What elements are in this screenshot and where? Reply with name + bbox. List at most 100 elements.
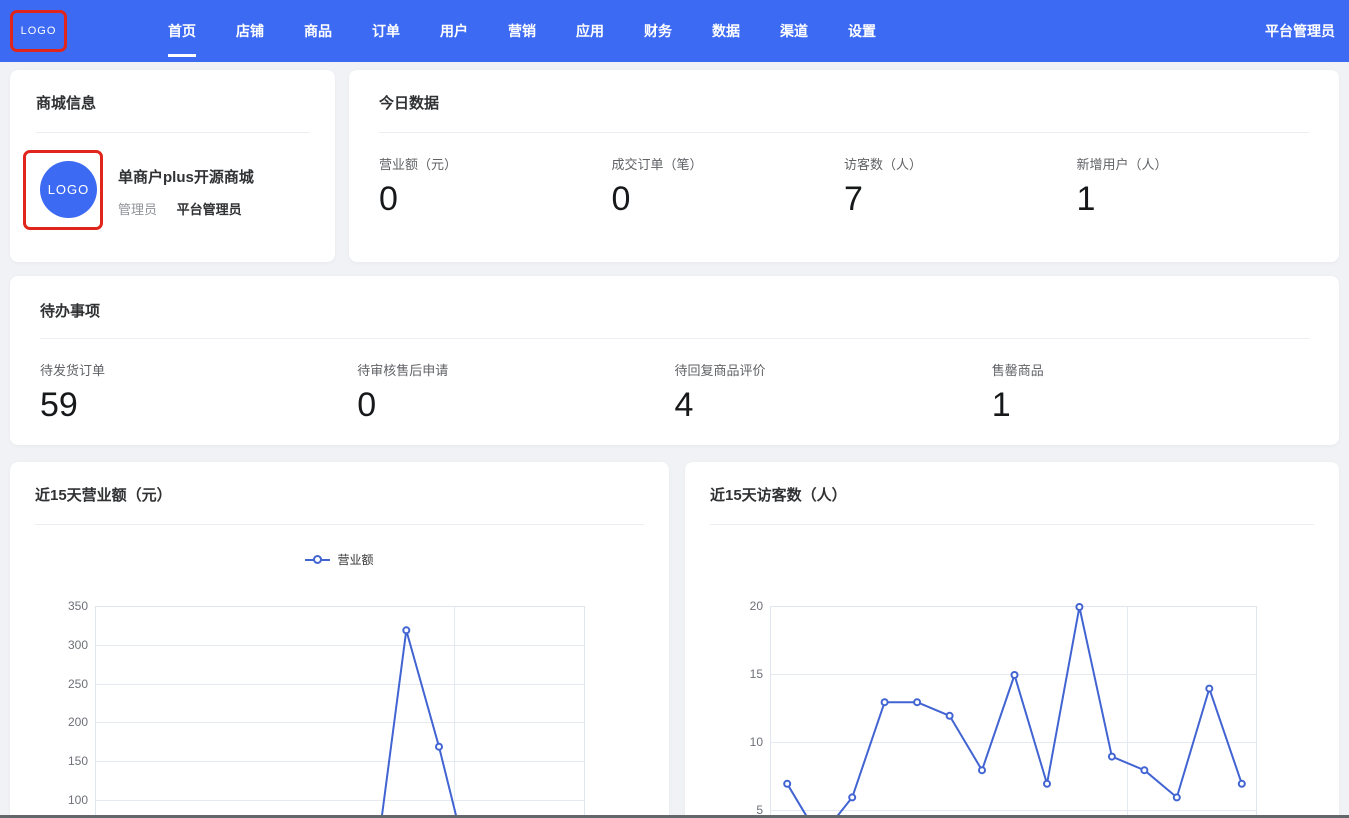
data-point-marker — [947, 713, 953, 719]
y-axis-label: 300 — [35, 638, 88, 652]
line-series-svg — [771, 607, 1258, 818]
data-point-marker — [1044, 781, 1050, 787]
data-point-marker — [1239, 781, 1245, 787]
y-axis-label: 15 — [710, 667, 763, 681]
turnover-chart-plot: 350300250200150100 — [35, 606, 644, 818]
stat-label: 待审核售后申请 — [357, 360, 674, 379]
stat-visitors: 访客数（人） 7 — [844, 154, 1077, 219]
stat-label: 售罄商品 — [992, 360, 1309, 379]
line-series-svg — [96, 607, 586, 818]
today-card-title: 今日数据 — [379, 95, 1309, 113]
stat-value: 1 — [992, 386, 1309, 425]
stat-value: 59 — [40, 386, 357, 425]
nav-item-channels[interactable]: 渠道 — [780, 0, 848, 62]
data-point-marker — [1141, 767, 1147, 773]
divider — [379, 132, 1309, 133]
main-content: 商城信息 LOGO 单商户plus开源商城 管理员 平台管理员 今日数据 营业额… — [0, 62, 1349, 818]
stat-pending-aftersale: 待审核售后申请 0 — [357, 360, 674, 425]
y-axis-label: 200 — [35, 715, 88, 729]
visitors-chart-card: 近15天访客数（人） 2015105 — [685, 462, 1339, 818]
data-point-marker — [979, 767, 985, 773]
stat-value: 0 — [357, 386, 674, 425]
y-axis-label: 10 — [710, 735, 763, 749]
shop-logo-text: LOGO — [48, 182, 90, 197]
visitors-chart-plot: 2015105 — [710, 606, 1314, 818]
data-point-marker — [1109, 754, 1115, 760]
stat-sold-out: 售罄商品 1 — [992, 360, 1309, 425]
nav-item-apps[interactable]: 应用 — [576, 0, 644, 62]
chart-legend[interactable]: 营业额 — [35, 552, 644, 567]
stat-value: 7 — [844, 180, 1077, 219]
visitors-chart-title: 近15天访客数（人） — [710, 487, 1314, 505]
nav-item-users[interactable]: 用户 — [440, 0, 508, 62]
divider — [40, 338, 1309, 339]
turnover-chart-card: 近15天营业额（元） 营业额 350 300 250 200 150 100 — [10, 462, 669, 818]
stat-pending-shipment: 待发货订单 59 — [40, 360, 357, 425]
stat-label: 待发货订单 — [40, 360, 357, 379]
nav-item-finance[interactable]: 财务 — [644, 0, 712, 62]
data-point-marker — [1206, 686, 1212, 692]
data-point-marker — [403, 627, 409, 633]
data-point-marker — [1076, 604, 1082, 610]
legend-label: 营业额 — [337, 551, 373, 568]
stat-label: 访客数（人） — [844, 154, 1077, 173]
nav-logo-annotation-box: LOGO — [10, 10, 67, 52]
line-series-legend-icon — [305, 555, 330, 564]
data-point-marker — [1012, 672, 1018, 678]
stat-label: 待回复商品评价 — [675, 360, 992, 379]
data-point-marker — [1174, 794, 1180, 800]
data-point-marker — [914, 699, 920, 705]
shop-card-title: 商城信息 — [36, 95, 310, 113]
y-axis-label: 150 — [35, 754, 88, 768]
plot-area — [770, 606, 1257, 818]
stat-deal-orders: 成交订单（笔） 0 — [612, 154, 845, 219]
divider — [35, 524, 644, 525]
shop-info-card: 商城信息 LOGO 单商户plus开源商城 管理员 平台管理员 — [10, 70, 335, 262]
y-axis-label: 100 — [35, 793, 88, 807]
y-axis-label: 250 — [35, 677, 88, 691]
turnover-chart-title: 近15天营业额（元） — [35, 487, 644, 505]
nav-menu: 首页 店铺 商品 订单 用户 营销 应用 财务 数据 渠道 设置 — [168, 0, 916, 62]
shop-name: 单商户plus开源商城 — [118, 166, 254, 187]
line-series — [787, 607, 1242, 818]
divider — [36, 132, 310, 133]
plot-area — [95, 606, 585, 818]
data-point-marker — [784, 781, 790, 787]
data-point-marker — [849, 794, 855, 800]
nav-user-admin[interactable]: 平台管理员 — [1265, 21, 1335, 41]
nav-item-goods[interactable]: 商品 — [304, 0, 372, 62]
shop-roles: 管理员 平台管理员 — [118, 199, 242, 218]
y-axis-label: 350 — [35, 599, 88, 613]
stat-pending-reviews: 待回复商品评价 4 — [675, 360, 992, 425]
nav-item-store[interactable]: 店铺 — [236, 0, 304, 62]
todo-card: 待办事项 待发货订单 59 待审核售后申请 0 待回复商品评价 4 售罄商品 1 — [10, 276, 1339, 445]
stat-value: 1 — [1077, 180, 1310, 219]
data-point-marker — [882, 699, 888, 705]
stat-value: 0 — [612, 180, 845, 219]
y-axis-label: 20 — [710, 599, 763, 613]
nav-item-data[interactable]: 数据 — [712, 0, 780, 62]
divider — [710, 524, 1314, 525]
today-stats-row: 营业额（元） 0 成交订单（笔） 0 访客数（人） 7 新增用户（人） 1 — [379, 154, 1309, 219]
top-navbar: LOGO 首页 店铺 商品 订单 用户 营销 应用 财务 数据 渠道 设置 平台… — [0, 0, 1349, 62]
stat-label: 成交订单（笔） — [612, 154, 845, 173]
data-point-marker — [436, 744, 442, 750]
todo-card-title: 待办事项 — [40, 303, 1309, 321]
nav-item-orders[interactable]: 订单 — [372, 0, 440, 62]
today-data-card: 今日数据 营业额（元） 0 成交订单（笔） 0 访客数（人） 7 新增用户（人）… — [349, 70, 1339, 262]
stat-label: 新增用户（人） — [1077, 154, 1310, 173]
role-value: 平台管理员 — [177, 202, 242, 217]
stat-label: 营业额（元） — [379, 154, 612, 173]
nav-item-marketing[interactable]: 营销 — [508, 0, 576, 62]
stat-new-users: 新增用户（人） 1 — [1077, 154, 1310, 219]
role-label: 管理员 — [118, 202, 157, 217]
stat-turnover: 营业额（元） 0 — [379, 154, 612, 219]
nav-item-settings[interactable]: 设置 — [848, 0, 916, 62]
stat-value: 0 — [379, 180, 612, 219]
nav-logo[interactable]: LOGO — [21, 25, 57, 37]
stat-value: 4 — [675, 386, 992, 425]
nav-item-home[interactable]: 首页 — [168, 0, 236, 62]
todo-stats-row: 待发货订单 59 待审核售后申请 0 待回复商品评价 4 售罄商品 1 — [40, 360, 1309, 425]
line-series — [112, 630, 569, 818]
shop-logo-avatar[interactable]: LOGO — [40, 161, 97, 218]
